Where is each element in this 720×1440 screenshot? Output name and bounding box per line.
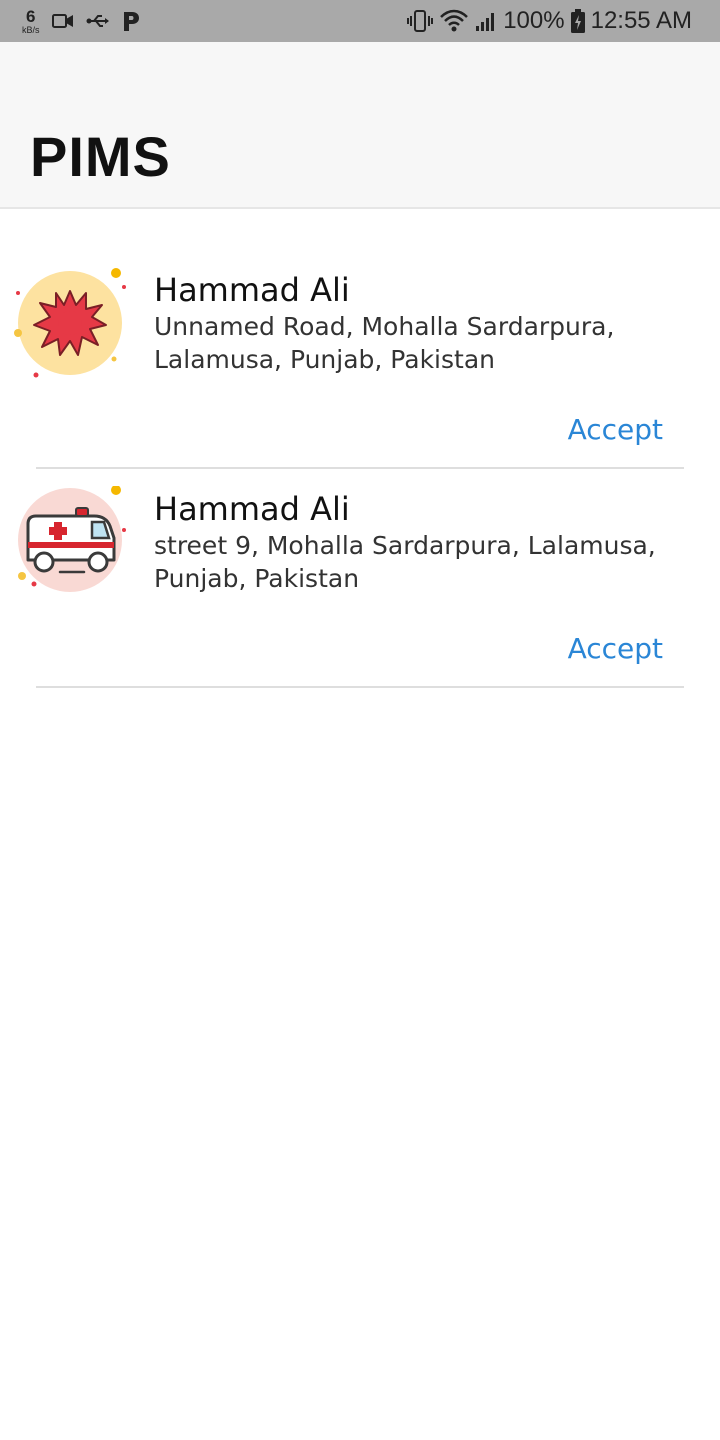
vibrate-icon <box>407 9 434 33</box>
network-speed-value: 6 <box>26 6 36 26</box>
ambulance-icon <box>14 485 126 598</box>
battery-percent: 100% <box>503 7 565 34</box>
divider <box>36 686 684 688</box>
requester-address: street 9, Mohalla Sardarpura, Lalamusa, … <box>154 531 656 593</box>
requester-name: Hammad Ali <box>154 490 350 528</box>
request-list: Hammad Ali Unnamed Road, Mohalla Sardarp… <box>0 209 720 688</box>
requester-address: Unnamed Road, Mohalla Sardarpura, Lalamu… <box>154 312 615 374</box>
list-item: Hammad Ali street 9, Mohalla Sardarpura,… <box>0 428 720 688</box>
status-bar-right: 100% 12:55 AM <box>407 0 692 42</box>
blood-splash-icon <box>14 267 126 379</box>
page-title: PIMS <box>30 125 171 188</box>
p-icon <box>122 10 140 32</box>
network-speed-unit: kB/s <box>22 24 40 35</box>
list-item: Hammad Ali Unnamed Road, Mohalla Sardarp… <box>0 209 720 469</box>
status-bar: 6 kB/s 100% 12:55 AM <box>0 0 720 42</box>
video-icon <box>51 13 74 29</box>
app-bar: PIMS <box>0 42 720 209</box>
request-info: Hammad Ali street 9, Mohalla Sardarpura,… <box>154 489 680 595</box>
signal-icon <box>475 10 497 32</box>
request-info: Hammad Ali Unnamed Road, Mohalla Sardarp… <box>154 270 680 376</box>
battery-icon <box>570 9 585 33</box>
clock: 12:55 AM <box>590 7 692 34</box>
network-speed: 6 kB/s <box>22 8 40 35</box>
accept-button[interactable]: Accept <box>568 631 663 667</box>
usb-icon <box>86 13 110 29</box>
requester-name: Hammad Ali <box>154 271 350 309</box>
status-bar-left: 6 kB/s <box>22 0 140 42</box>
wifi-icon <box>439 9 469 33</box>
